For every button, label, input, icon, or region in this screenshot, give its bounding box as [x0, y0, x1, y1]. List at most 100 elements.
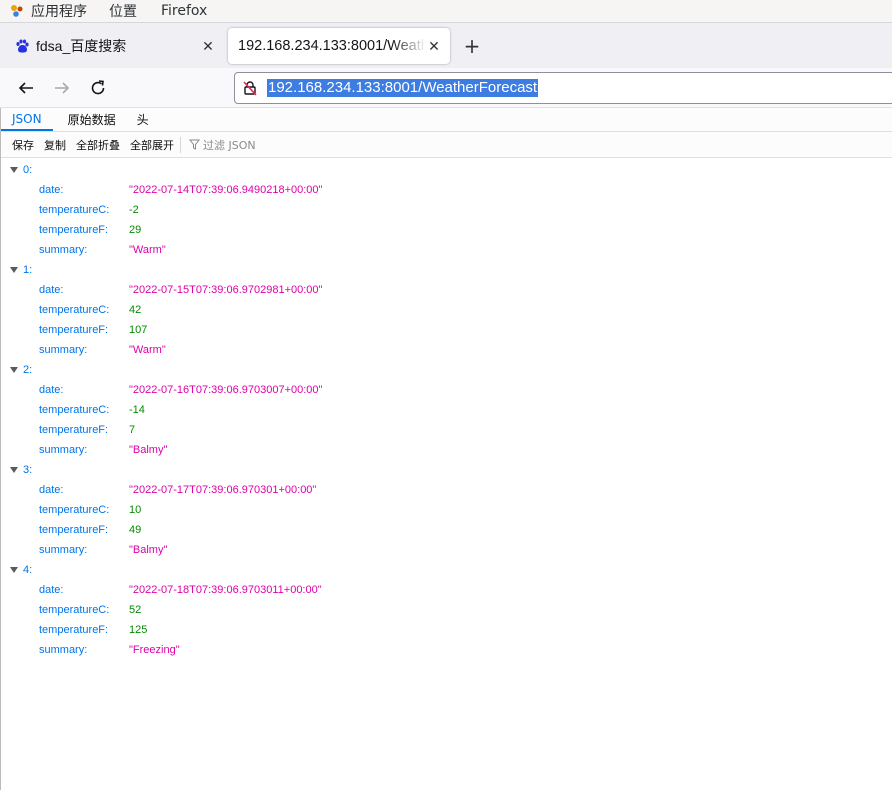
json-property-row[interactable]: temperatureC: 52: [1, 600, 892, 620]
navigation-toolbar: 192.168.234.133:8001/WeatherForecast: [0, 68, 892, 108]
property-value: "Warm": [129, 344, 166, 356]
property-value: "2022-07-16T07:39:06.9703007+00:00": [129, 384, 323, 396]
expand-triangle-icon[interactable]: [10, 467, 18, 473]
tab-title: fdsa_百度搜索: [36, 38, 127, 54]
property-key: temperatureF:: [39, 524, 109, 536]
property-value: "2022-07-15T07:39:06.9702981+00:00": [129, 284, 323, 296]
tab-headers[interactable]: 头: [127, 108, 160, 131]
filter-json-input[interactable]: 过滤 JSON: [189, 137, 256, 153]
property-key: date:: [39, 284, 64, 296]
json-property-row[interactable]: date: "2022-07-17T07:39:06.970301+00:00": [1, 480, 892, 500]
json-property-row[interactable]: summary: "Warm": [1, 340, 892, 360]
json-toolbar: 保存 复制 全部折叠 全部展开 过滤 JSON: [1, 132, 892, 158]
url-text[interactable]: 192.168.234.133:8001/WeatherForecast: [267, 79, 539, 97]
property-value: 7: [129, 424, 136, 436]
property-key: temperatureF:: [39, 324, 109, 336]
new-tab-button[interactable]: +: [462, 36, 482, 56]
firefox-menu[interactable]: Firefox: [161, 3, 207, 19]
property-key: date:: [39, 184, 64, 196]
toolbar-divider: [180, 136, 181, 153]
json-viewer: JSON 原始数据 头 保存 复制 全部折叠 全部展开 过滤 JSON 0: d…: [0, 108, 892, 790]
tab-strip: fdsa_百度搜索 ✕ 192.168.234.133:8001/Weather…: [0, 22, 892, 68]
json-object-row[interactable]: 1:: [1, 260, 892, 280]
applications-icon[interactable]: [9, 3, 25, 19]
property-value: "2022-07-14T07:39:06.9490218+00:00": [129, 184, 323, 196]
json-object-row[interactable]: 0:: [1, 160, 892, 180]
json-property-row[interactable]: temperatureF: 49: [1, 520, 892, 540]
property-value: 42: [129, 304, 142, 316]
json-object-row[interactable]: 4:: [1, 560, 892, 580]
json-property-row[interactable]: temperatureC: -14: [1, 400, 892, 420]
property-key: temperatureF:: [39, 224, 109, 236]
property-key: date:: [39, 384, 64, 396]
json-property-row[interactable]: temperatureC: 10: [1, 500, 892, 520]
expand-all-button[interactable]: 全部展开: [130, 137, 174, 153]
json-property-row[interactable]: temperatureF: 125: [1, 620, 892, 640]
property-value: "Balmy": [129, 444, 168, 456]
json-property-row[interactable]: date: "2022-07-15T07:39:06.9702981+00:00": [1, 280, 892, 300]
json-property-row[interactable]: date: "2022-07-16T07:39:06.9703007+00:00": [1, 380, 892, 400]
property-value: "Freezing": [129, 644, 180, 656]
property-key: date:: [39, 584, 64, 596]
back-button[interactable]: [15, 77, 37, 99]
expand-triangle-icon[interactable]: [10, 367, 18, 373]
json-tree: 0: date: "2022-07-14T07:39:06.9490218+00:…: [1, 158, 892, 660]
property-value: 107: [129, 324, 148, 336]
property-value: -14: [129, 404, 145, 416]
applications-menu[interactable]: 应用程序: [31, 1, 87, 21]
property-key: temperatureC:: [39, 204, 110, 216]
json-property-row[interactable]: temperatureF: 107: [1, 320, 892, 340]
json-property-row[interactable]: summary: "Balmy": [1, 540, 892, 560]
tab-baidu-search[interactable]: fdsa_百度搜索 ✕: [6, 28, 224, 64]
property-key: temperatureC:: [39, 404, 110, 416]
json-property-row[interactable]: temperatureF: 29: [1, 220, 892, 240]
property-value: 49: [129, 524, 142, 536]
property-value: 52: [129, 604, 142, 616]
copy-button[interactable]: 复制: [44, 137, 66, 153]
object-index: 4:: [23, 564, 33, 576]
expand-triangle-icon[interactable]: [10, 267, 18, 273]
property-value: "2022-07-17T07:39:06.970301+00:00": [129, 484, 317, 496]
json-property-row[interactable]: summary: "Warm": [1, 240, 892, 260]
object-index: 2:: [23, 364, 33, 376]
property-key: date:: [39, 484, 64, 496]
close-tab-icon[interactable]: ✕: [200, 38, 216, 54]
property-key: temperatureF:: [39, 624, 109, 636]
object-index: 0:: [23, 164, 33, 176]
places-menu[interactable]: 位置: [109, 1, 137, 21]
json-object-row[interactable]: 3:: [1, 460, 892, 480]
property-key: summary:: [39, 244, 88, 256]
json-property-row[interactable]: date: "2022-07-14T07:39:06.9490218+00:00": [1, 180, 892, 200]
property-value: "2022-07-18T07:39:06.9703011+00:00": [129, 584, 322, 596]
json-property-row[interactable]: temperatureC: 42: [1, 300, 892, 320]
json-property-row[interactable]: summary: "Balmy": [1, 440, 892, 460]
close-tab-icon[interactable]: ✕: [426, 38, 442, 54]
tab-title: 192.168.234.133:8001/WeatherForecast: [238, 38, 426, 54]
property-key: summary:: [39, 444, 88, 456]
reload-icon: [91, 80, 105, 95]
tab-json[interactable]: JSON: [1, 108, 53, 131]
filter-placeholder: 过滤 JSON: [203, 138, 256, 152]
json-property-row[interactable]: date: "2022-07-18T07:39:06.9703011+00:00": [1, 580, 892, 600]
expand-triangle-icon[interactable]: [10, 567, 18, 573]
json-property-row[interactable]: temperatureF: 7: [1, 420, 892, 440]
tab-raw-data[interactable]: 原始数据: [53, 108, 127, 131]
save-button[interactable]: 保存: [12, 137, 34, 153]
property-value: -2: [129, 204, 139, 216]
address-bar[interactable]: 192.168.234.133:8001/WeatherForecast: [234, 72, 892, 104]
property-key: summary:: [39, 544, 88, 556]
reload-button[interactable]: [87, 77, 109, 99]
system-top-bar: 应用程序 位置 Firefox: [0, 0, 892, 22]
baidu-paw-icon: [14, 38, 30, 54]
tab-weather-forecast[interactable]: 192.168.234.133:8001/WeatherForecast ✕: [228, 28, 450, 64]
property-value: "Warm": [129, 244, 166, 256]
forward-arrow-icon: [55, 82, 70, 94]
expand-triangle-icon[interactable]: [10, 167, 18, 173]
json-property-row[interactable]: temperatureC: -2: [1, 200, 892, 220]
insecure-connection-icon[interactable]: [241, 79, 259, 97]
forward-button[interactable]: [51, 77, 73, 99]
json-property-row[interactable]: summary: "Freezing": [1, 640, 892, 660]
json-object-row[interactable]: 2:: [1, 360, 892, 380]
collapse-all-button[interactable]: 全部折叠: [76, 137, 120, 153]
filter-funnel-icon: [189, 139, 200, 150]
